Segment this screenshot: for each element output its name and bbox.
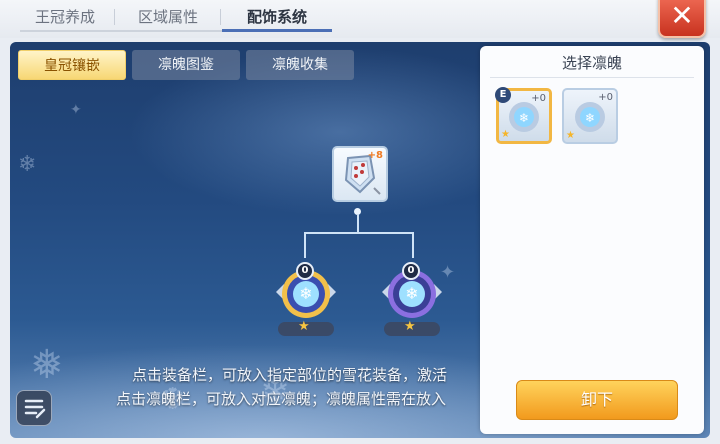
soul-slot-right[interactable]: ❄ 0 ★: [376, 262, 448, 342]
star-icon: ★: [501, 129, 510, 140]
equip-plus-level: +8: [367, 150, 383, 161]
star-icon: ★: [298, 319, 310, 334]
tab-separator: [114, 9, 115, 25]
select-soul-panel: 选择凛魄 ❄ E +0 ★ ❄ +0 ★ 卸下: [480, 46, 704, 434]
tab-active-indicator: [222, 29, 332, 32]
star-decoration-icon: ✦: [70, 102, 82, 118]
soul-item-2[interactable]: ❄ +0 ★: [562, 88, 618, 144]
info-text-area: 点击装备栏，可放入指定部位的雪花装备，激活 点击凛魄栏，可放入对应凛魄；凛魄属性…: [110, 354, 482, 414]
close-button[interactable]: ✕: [658, 0, 706, 38]
tree-connector: [412, 232, 414, 258]
grade-badge: E: [495, 87, 511, 103]
soul-slot-left[interactable]: ❄ 0 ★: [270, 262, 342, 342]
soul-count-badge: 0: [402, 262, 420, 280]
item-plus-level: +0: [531, 93, 546, 104]
soul-count-badge: 0: [296, 262, 314, 280]
info-line-equip: 点击装备栏，可放入指定部位的雪花装备，激活: [132, 366, 448, 384]
tree-connector: [304, 232, 414, 234]
tab-separator: [220, 9, 221, 25]
tab-crown-training[interactable]: 王冠养成: [20, 6, 110, 28]
tree-connector: [304, 232, 306, 258]
snowflake-decoration-icon: ❅: [30, 342, 64, 388]
subtab-soul-collection[interactable]: 凛魄收集: [246, 50, 354, 80]
tab-accessory-system[interactable]: 配饰系统: [222, 6, 332, 28]
soul-item-1[interactable]: ❄ E +0 ★: [495, 87, 552, 144]
svg-text:❄: ❄: [519, 111, 529, 125]
subtab-crown-inlay[interactable]: 皇冠镶嵌: [18, 50, 126, 80]
tab-area-attributes[interactable]: 区域属性: [118, 6, 218, 28]
svg-text:❄: ❄: [585, 111, 595, 125]
unload-button[interactable]: 卸下: [516, 380, 678, 420]
svg-text:❄: ❄: [405, 284, 418, 303]
snowflake-decoration-icon: ❄: [18, 152, 37, 177]
star-icon: ★: [404, 319, 416, 334]
top-tab-bar: 王冠养成 区域属性 配饰系统: [0, 0, 720, 38]
tree-connector: [357, 214, 359, 234]
crown-equip-slot[interactable]: +8: [332, 146, 388, 202]
item-plus-level: +0: [598, 92, 613, 103]
svg-text:❄: ❄: [299, 284, 312, 303]
divider: [490, 77, 694, 78]
panel-title: 选择凛魄: [561, 54, 622, 72]
info-line-soul: 点击凛魄栏，可放入对应凛魄；凛魄属性需在放入: [116, 390, 447, 408]
scroll-list-icon: [24, 399, 46, 419]
quick-action-button[interactable]: [16, 390, 52, 426]
star-icon: ★: [566, 130, 575, 141]
subtab-soul-atlas[interactable]: 凛魄图鉴: [132, 50, 240, 80]
close-icon: ✕: [670, 0, 694, 32]
